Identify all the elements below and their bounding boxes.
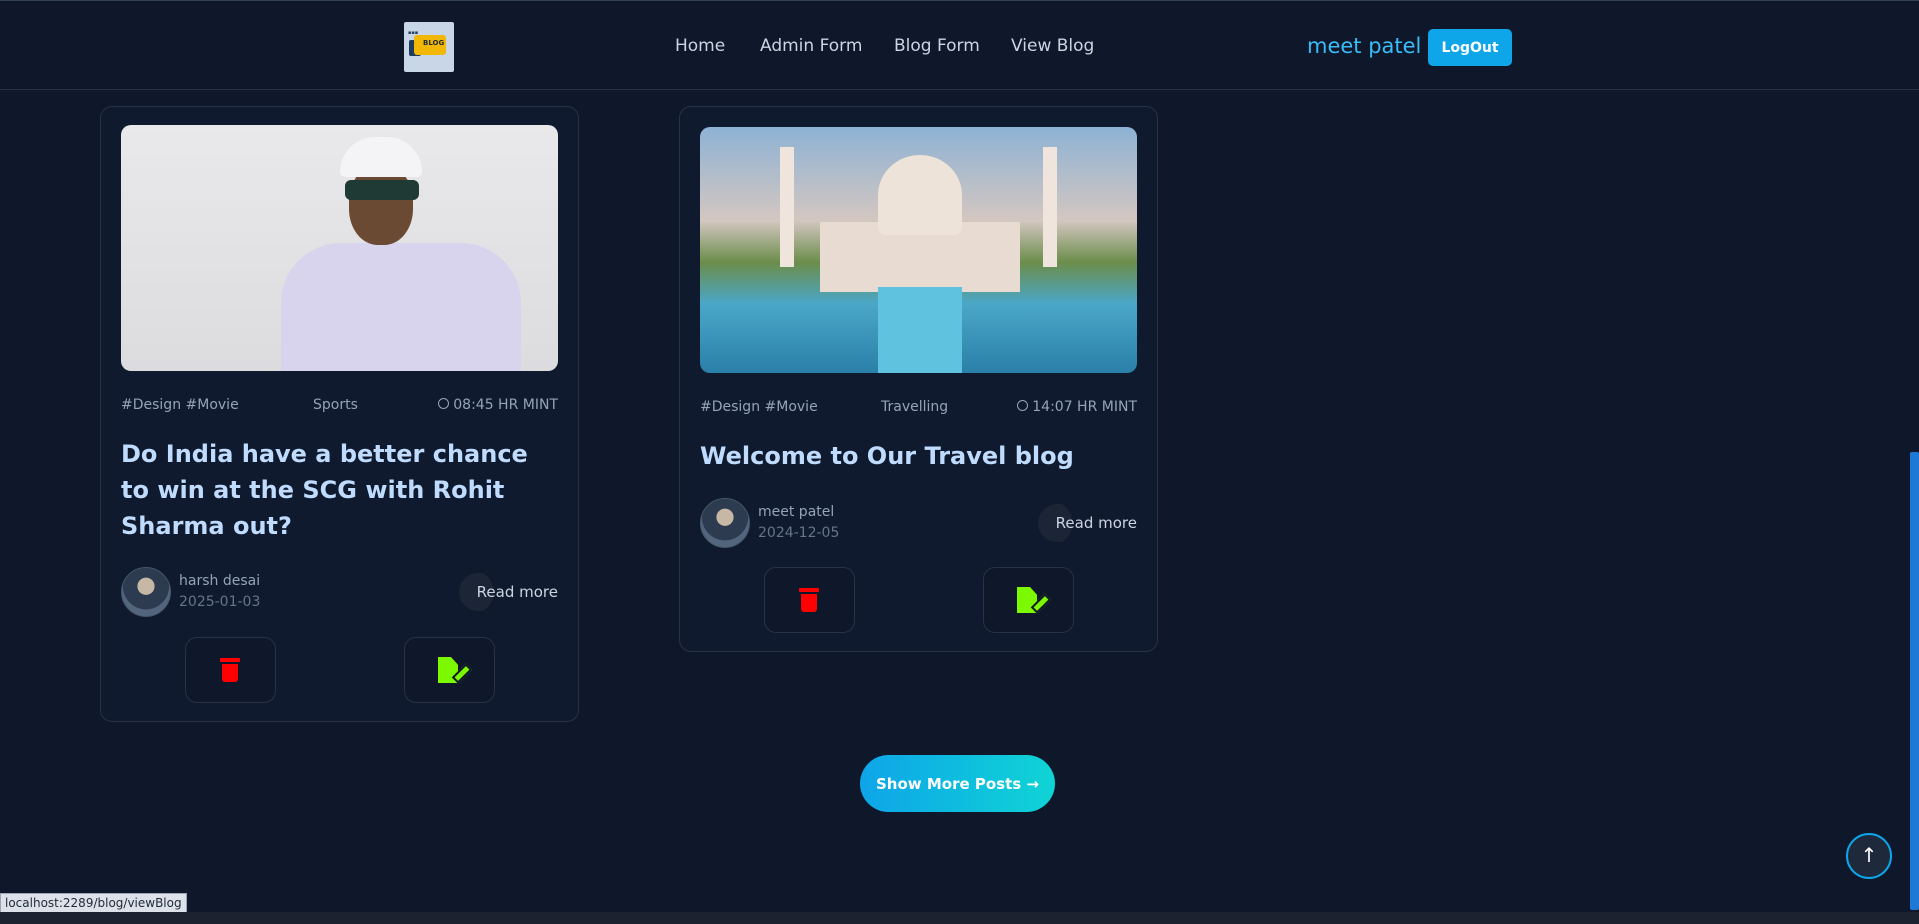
edit-document-icon <box>438 657 473 684</box>
delete-button[interactable] <box>185 637 276 703</box>
delete-button[interactable] <box>764 567 855 633</box>
edit-button[interactable] <box>404 637 495 703</box>
logo-text: BLOG <box>423 39 445 47</box>
nav-view-blog[interactable]: View Blog <box>1011 36 1094 56</box>
blog-card: #Design #Movie Sports 08:45 HR MINT Do I… <box>100 106 579 722</box>
nav-blog-form[interactable]: Blog Form <box>894 36 980 56</box>
post-image-taj-mahal <box>700 127 1137 373</box>
logout-button[interactable]: LogOut <box>1428 29 1512 66</box>
link-status-url: localhost:2289/blog/viewBlog <box>0 893 187 913</box>
image-head-shape <box>349 165 413 245</box>
post-time: 14:07 HR MINT <box>1017 399 1137 415</box>
author-name: harsh desai <box>179 573 261 589</box>
post-date: 2024-12-05 <box>758 525 840 541</box>
nav-admin-form[interactable]: Admin Form <box>760 36 862 56</box>
post-time: 08:45 HR MINT <box>438 397 558 413</box>
read-more-link[interactable]: Read more <box>1037 504 1137 542</box>
image-body-shape <box>281 243 521 371</box>
top-navbar: ▪▪▪ BLOG Home Admin Form Blog Form View … <box>0 0 1919 90</box>
blog-logo[interactable]: ▪▪▪ BLOG <box>404 22 454 72</box>
logo-bubble-icon: BLOG <box>414 35 446 55</box>
author-avatar <box>121 567 171 617</box>
post-tags: #Design #Movie <box>121 397 239 413</box>
image-minaret-shape <box>780 147 794 267</box>
username: meet patel <box>1307 34 1422 58</box>
image-cap-shape <box>340 137 422 177</box>
image-dome-shape <box>878 155 962 235</box>
show-more-posts-button[interactable]: Show More Posts → <box>860 755 1055 812</box>
post-category: Travelling <box>881 399 949 415</box>
clock-icon <box>438 398 450 409</box>
post-time-text: 14:07 HR MINT <box>1032 399 1137 415</box>
author-avatar <box>700 498 750 548</box>
author-name: meet patel <box>758 504 835 520</box>
scroll-to-top-button[interactable]: ↑ <box>1846 833 1892 879</box>
read-more-link[interactable]: Read more <box>458 573 558 611</box>
post-image-cricketer <box>121 125 558 371</box>
post-title[interactable]: Do India have a better chance to win at … <box>121 436 561 544</box>
trash-icon <box>799 588 819 612</box>
image-pool-shape <box>878 287 962 373</box>
post-date: 2025-01-03 <box>179 594 261 610</box>
post-tags: #Design #Movie <box>700 399 818 415</box>
arrow-up-icon: ↑ <box>1860 843 1878 867</box>
image-glasses-shape <box>345 180 419 200</box>
edit-button[interactable] <box>983 567 1074 633</box>
post-category: Sports <box>313 397 358 413</box>
post-title[interactable]: Welcome to Our Travel blog <box>700 438 1140 474</box>
trash-icon <box>220 658 240 682</box>
edit-document-icon <box>1017 587 1052 614</box>
blog-card: #Design #Movie Travelling 14:07 HR MINT … <box>679 106 1158 652</box>
post-time-text: 08:45 HR MINT <box>453 397 558 413</box>
taskbar <box>0 912 1919 924</box>
clock-icon <box>1017 400 1029 411</box>
nav-home[interactable]: Home <box>675 36 725 56</box>
image-minaret-shape <box>1043 147 1057 267</box>
page-scrollbar[interactable] <box>1910 452 1919 910</box>
